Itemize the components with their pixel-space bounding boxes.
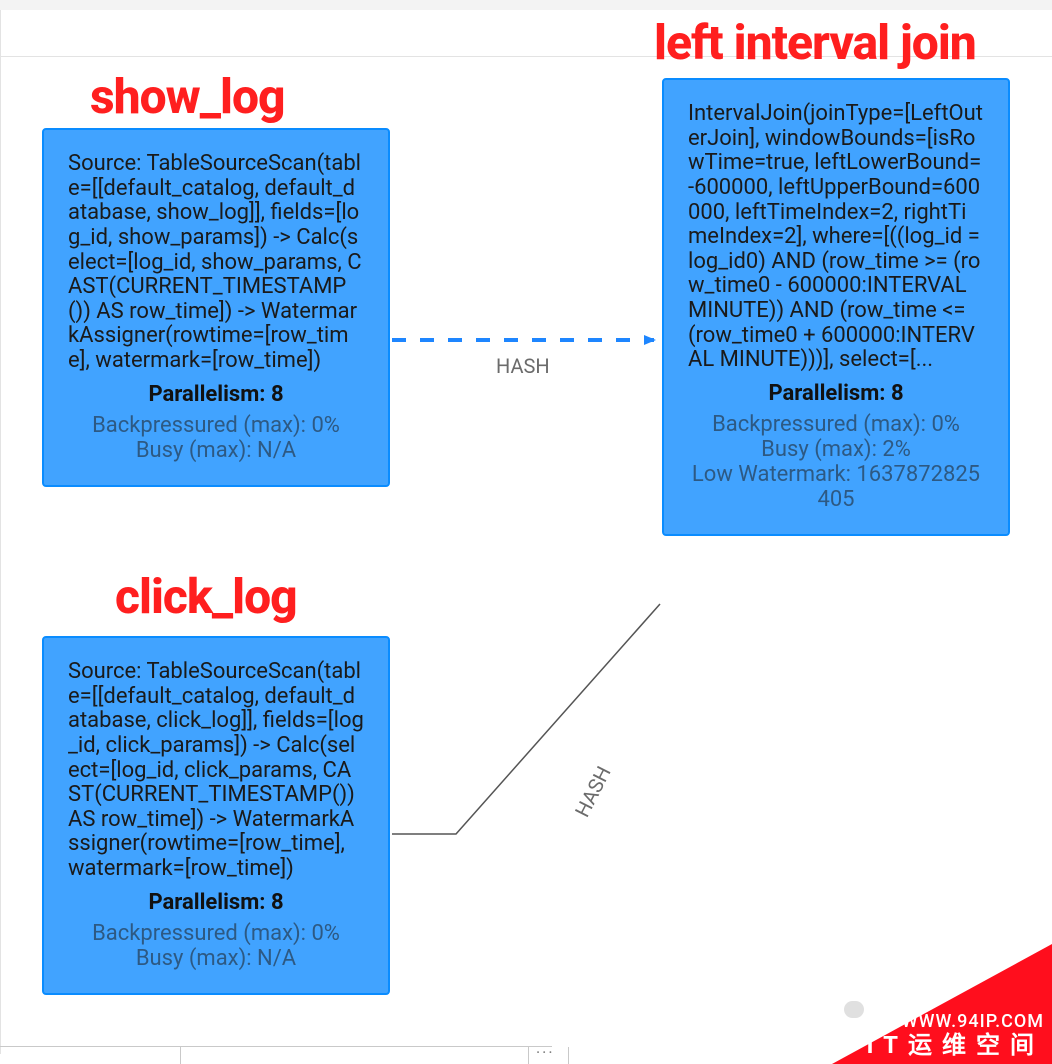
edge-label-click-to-join: HASH (570, 762, 616, 821)
bottom-toolbar: ··· (0, 1046, 552, 1064)
heading-show-log: show_log (90, 68, 285, 125)
node-interval-join-backpressure: Backpressured (max): 0% (688, 412, 984, 437)
wechat-icon (828, 988, 864, 1018)
node-show-log-busy: Busy (max): N/A (68, 438, 364, 463)
heading-click-log: click_log (115, 568, 297, 625)
edge-label-show-to-join: HASH (496, 354, 550, 378)
node-interval-join[interactable]: IntervalJoin(joinType=[LeftOuterJoin], w… (662, 78, 1010, 536)
node-click-log-backpressure: Backpressured (max): 0% (68, 921, 364, 946)
node-interval-join-low-watermark: Low Watermark: 1637872825405 (688, 462, 984, 512)
node-show-log-backpressure: Backpressured (max): 0% (68, 413, 364, 438)
heading-left-interval-join: left interval join (654, 14, 976, 71)
watermark-name: IT运维空间 (866, 1025, 1044, 1060)
left-border (0, 10, 1, 1054)
node-interval-join-busy: Busy (max): 2% (688, 437, 984, 462)
node-interval-join-body: IntervalJoin(joinType=[LeftOuterJoin], w… (688, 102, 984, 373)
node-show-log-body: Source: TableSourceScan(table=[[default_… (68, 152, 364, 374)
node-show-log[interactable]: Source: TableSourceScan(table=[[default_… (42, 128, 390, 487)
ellipsis-icon[interactable]: ··· (536, 1043, 555, 1062)
node-click-log-parallelism: Parallelism: 8 (68, 890, 364, 915)
node-show-log-parallelism: Parallelism: 8 (68, 382, 364, 407)
node-click-log-body: Source: TableSourceScan(table=[[default_… (68, 660, 364, 882)
node-click-log-busy: Busy (max): N/A (68, 946, 364, 971)
node-interval-join-parallelism: Parallelism: 8 (688, 381, 984, 406)
node-click-log[interactable]: Source: TableSourceScan(table=[[default_… (42, 636, 390, 995)
